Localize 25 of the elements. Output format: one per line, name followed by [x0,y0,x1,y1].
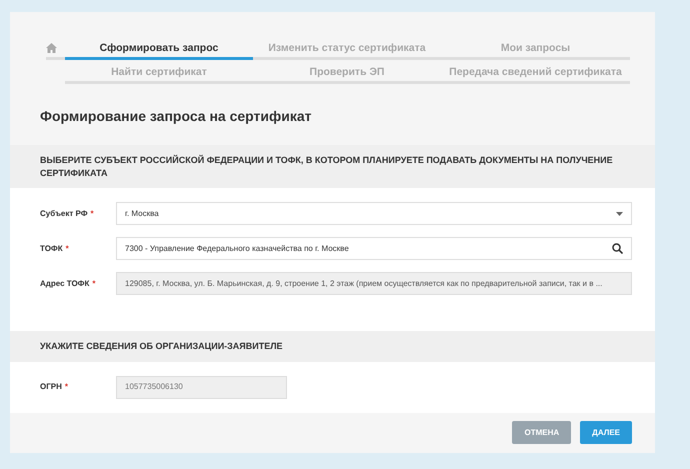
field-label: ТОФК [40,244,63,253]
nav-tab[interactable]: Найти сертификат [65,64,253,84]
search-field[interactable]: 7300 - Управление Федерального казначейства по г. Москве [116,237,632,260]
nav-tab[interactable]: Изменить статус сертификата [253,40,441,60]
caret-icon [616,212,623,216]
input-field[interactable]: 1057735006130 [116,376,287,399]
section-heading: УКАЖИТЕ СВЕДЕНИЯ ОБ ОРГАНИЗАЦИИ-ЗАЯВИТЕЛЕ [10,331,655,362]
field-label: Субъект РФ [40,208,88,218]
page-title: Формирование запроса на сертификат [40,107,312,126]
required-mark: * [64,382,68,392]
required-mark: * [66,244,69,253]
nav-tab[interactable]: Сформировать запрос [65,40,253,60]
select-field[interactable]: г. Москва [116,202,632,226]
field-label: ОГРН [40,382,62,392]
nav-tab[interactable]: Передача сведений сертификата [441,64,630,84]
nav-tab[interactable]: Мои запросы [441,40,630,60]
required-mark: * [92,278,96,288]
field-label: Адрес ТОФК [40,278,90,288]
input-field[interactable]: 129085, г. Москва, ул. Б. Марьинская, д. 9, строение 1, 2 этаж (прием осуществляется как по предварительной записи, так и в ... [116,272,632,296]
required-mark: * [90,208,94,218]
section-heading: ВЫБЕРИТЕ СУБЪЕКТ РОССИЙСКОЙ ФЕДЕРАЦИИ И ТОФК, В КОТОРОМ ПЛАНИРУЕТЕ ПОДАВАТЬ ДОКУМЕНТЫ НА ПОЛУЧЕНИЕ СЕРТИФИКАТА [10,145,655,188]
nav-tab[interactable]: Проверить ЭП [253,64,441,84]
search-icon[interactable] [612,243,623,254]
cancel-button[interactable]: ОТМЕНА [512,421,572,444]
next-button[interactable]: ДАЛЕЕ [580,421,632,444]
